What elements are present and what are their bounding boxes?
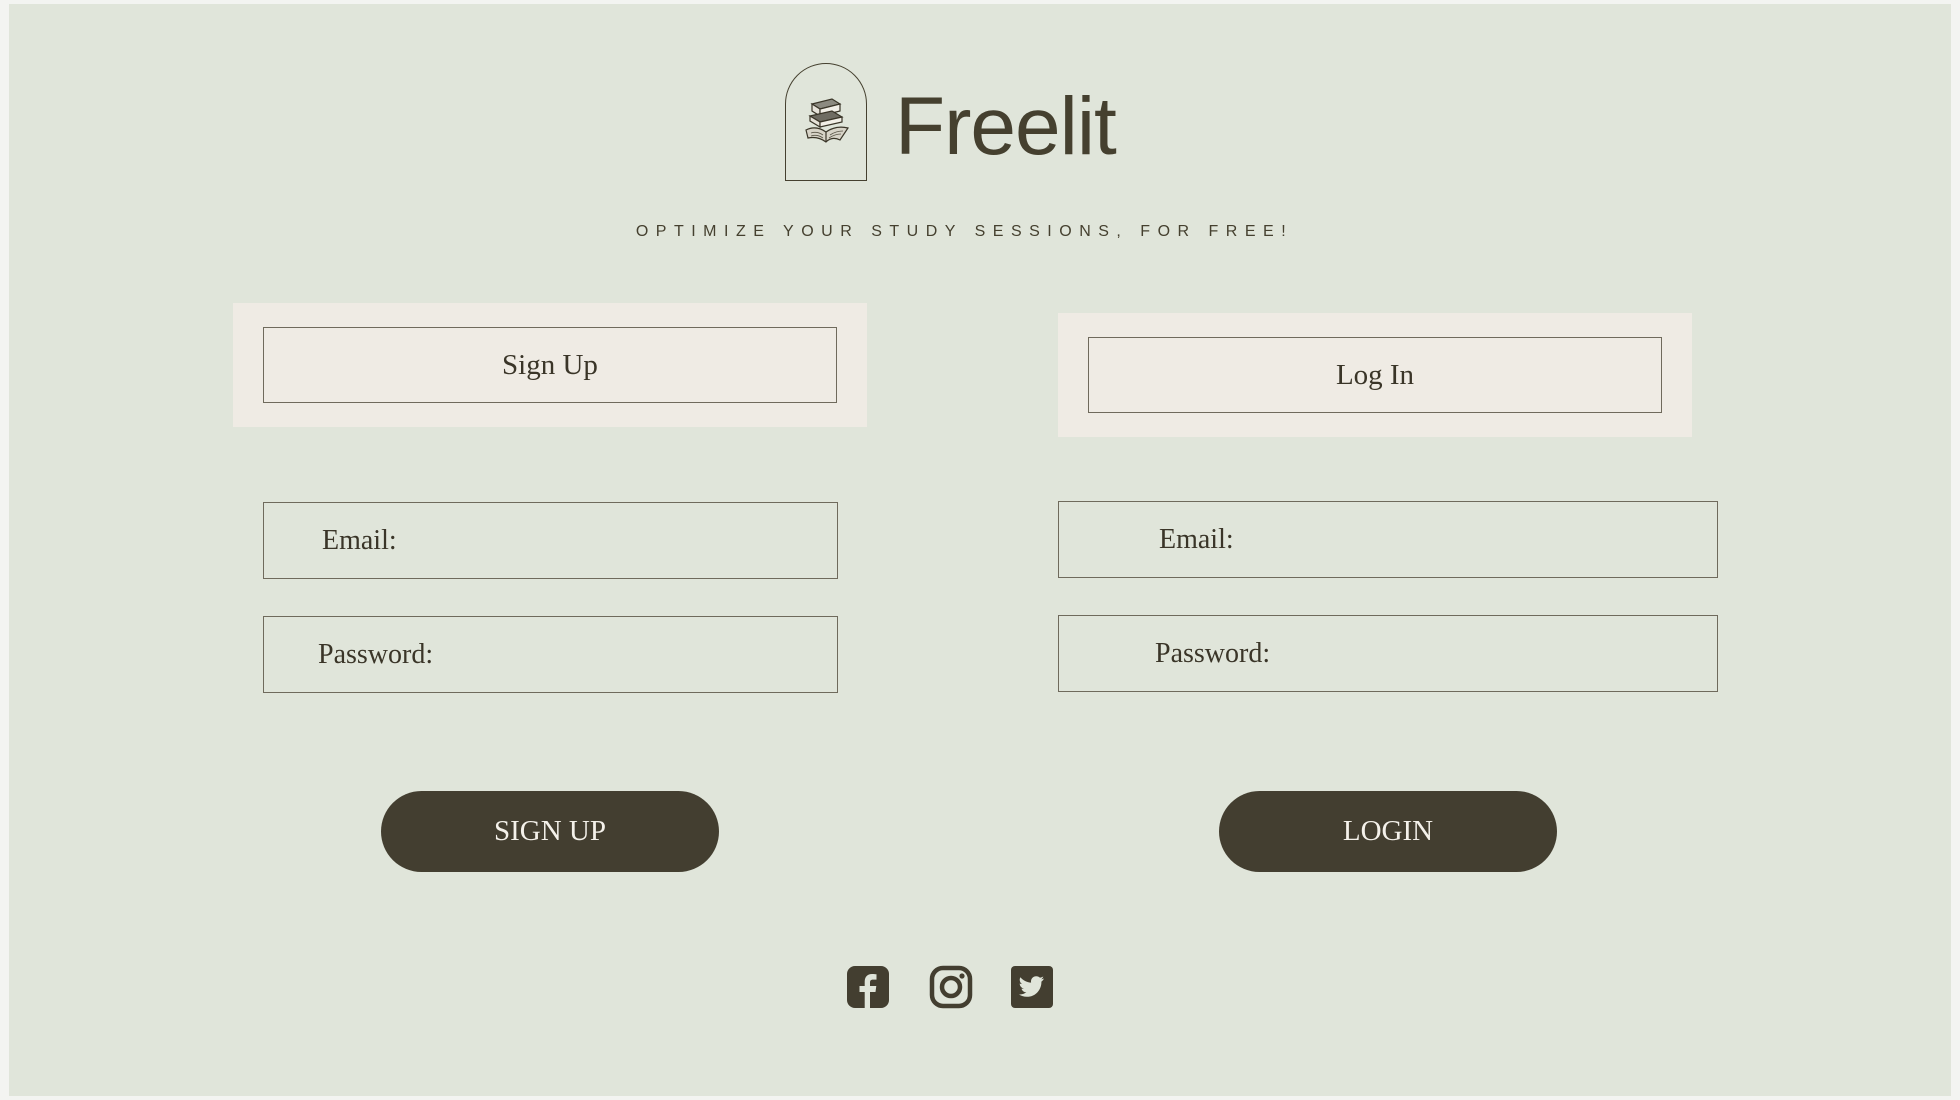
books-icon	[805, 98, 849, 143]
login-tab-panel: Log In	[1058, 313, 1692, 437]
signup-email-label: Email:	[322, 524, 397, 556]
signup-password-field[interactable]: Password:	[263, 616, 838, 693]
logo	[785, 63, 867, 181]
login-password-label: Password:	[1155, 637, 1271, 669]
login-submit-button[interactable]: LOGIN	[1219, 791, 1557, 872]
instagram-link[interactable]	[929, 965, 973, 1009]
signup-tab-panel: Sign Up	[233, 303, 867, 427]
page-background: Freelit OPTIMIZE YOUR STUDY SESSIONS, FO…	[9, 4, 1951, 1096]
facebook-link[interactable]	[846, 965, 890, 1009]
twitter-icon	[1011, 966, 1053, 1008]
signup-submit-button[interactable]: SIGN UP	[381, 791, 719, 872]
brand-name: Freelit	[895, 81, 1117, 172]
facebook-icon	[847, 966, 889, 1008]
instagram-icon	[929, 965, 973, 1009]
login-password-field[interactable]: Password:	[1058, 615, 1718, 692]
twitter-link[interactable]	[1010, 965, 1054, 1009]
signup-email-field[interactable]: Email:	[263, 502, 838, 579]
login-email-label: Email:	[1159, 523, 1234, 555]
signup-password-label: Password:	[318, 638, 434, 670]
login-tab-button[interactable]: Log In	[1088, 337, 1662, 413]
signup-tab-button[interactable]: Sign Up	[263, 327, 837, 403]
tagline: OPTIMIZE YOUR STUDY SESSIONS, FOR FREE!	[635, 223, 1294, 240]
login-email-field[interactable]: Email:	[1058, 501, 1718, 578]
